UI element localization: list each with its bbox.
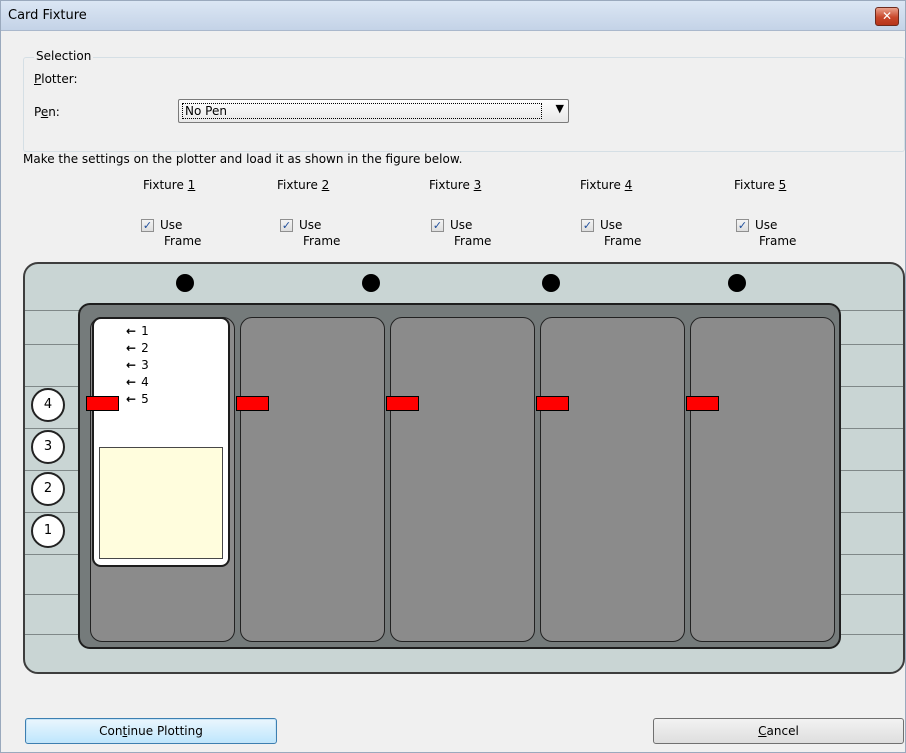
- position-marker: [386, 396, 419, 411]
- instruction-text: Make the settings on the plotter and loa…: [23, 152, 463, 166]
- checkbox-check-icon[interactable]: ✓: [280, 219, 293, 232]
- registration-hole: [362, 274, 380, 292]
- position-marker: [686, 396, 719, 411]
- use-frame-label: Use Frame: [755, 218, 797, 248]
- card-position-4: ← 4: [126, 375, 149, 389]
- close-button[interactable]: ✕: [875, 7, 899, 26]
- left-arrow-icon: ←: [126, 392, 137, 406]
- fixture-slot-3: [390, 317, 535, 642]
- window-title: Card Fixture: [8, 8, 87, 23]
- fixture-2-label: Fixture 2: [277, 178, 330, 192]
- card-fixture-dialog: Card Fixture ✕ Selection Plotter: Pen: N…: [0, 0, 906, 753]
- fixture-5-label: Fixture 5: [734, 178, 787, 192]
- registration-hole: [176, 274, 194, 292]
- plotter-label: Plotter:: [34, 72, 78, 86]
- use-frame-label: Use Frame: [600, 218, 642, 248]
- position-circle-4: 4: [31, 388, 65, 422]
- pen-selected-value: No Pen: [182, 103, 542, 119]
- checkbox-check-icon[interactable]: ✓: [431, 219, 444, 232]
- continue-plotting-button[interactable]: Continue Plotting: [25, 718, 277, 744]
- card-position-2: ← 2: [126, 341, 149, 355]
- card-position-5: ← 5: [126, 392, 149, 406]
- title-bar: Card Fixture ✕: [1, 1, 905, 31]
- plotter-bed-diagram: ← 1 ← 2 ← 3 ← 4 ← 5 4 3 2 1: [23, 262, 905, 674]
- left-arrow-icon: ←: [126, 341, 137, 355]
- fixture-3-label: Fixture 3: [429, 178, 482, 192]
- left-arrow-icon: ←: [126, 375, 137, 389]
- card-print-area: [99, 447, 223, 559]
- fixture-4-label: Fixture 4: [580, 178, 633, 192]
- position-marker: [536, 396, 569, 411]
- use-frame-label: Use Frame: [160, 218, 202, 248]
- card-position-3: ← 3: [126, 358, 149, 372]
- fixture-slot-5: [690, 317, 835, 642]
- fixture-slot-4: [540, 317, 685, 642]
- position-marker: [236, 396, 269, 411]
- use-frame-label: Use Frame: [299, 218, 341, 248]
- checkbox-check-icon[interactable]: ✓: [736, 219, 749, 232]
- close-icon: ✕: [881, 9, 893, 23]
- card-position-1: ← 1: [126, 324, 149, 338]
- use-frame-label: Use Frame: [450, 218, 492, 248]
- left-arrow-icon: ←: [126, 324, 137, 338]
- fixture-slot-2: [240, 317, 385, 642]
- dropdown-arrow-icon[interactable]: ▼: [556, 102, 564, 115]
- pen-dropdown[interactable]: No Pen ▼: [178, 99, 569, 123]
- checkbox-check-icon[interactable]: ✓: [581, 219, 594, 232]
- registration-hole: [728, 274, 746, 292]
- cancel-button[interactable]: Cancel: [653, 718, 904, 744]
- fixture-1-label: Fixture 1: [143, 178, 196, 192]
- pen-label: Pen:: [34, 105, 60, 119]
- position-circle-1: 1: [31, 514, 65, 548]
- registration-hole: [542, 274, 560, 292]
- position-marker: [86, 396, 119, 411]
- position-circle-3: 3: [31, 430, 65, 464]
- card-sample: ← 1 ← 2 ← 3 ← 4 ← 5: [92, 317, 230, 567]
- position-circle-2: 2: [31, 472, 65, 506]
- checkbox-check-icon[interactable]: ✓: [141, 219, 154, 232]
- left-arrow-icon: ←: [126, 358, 137, 372]
- selection-group-label: Selection: [34, 49, 94, 63]
